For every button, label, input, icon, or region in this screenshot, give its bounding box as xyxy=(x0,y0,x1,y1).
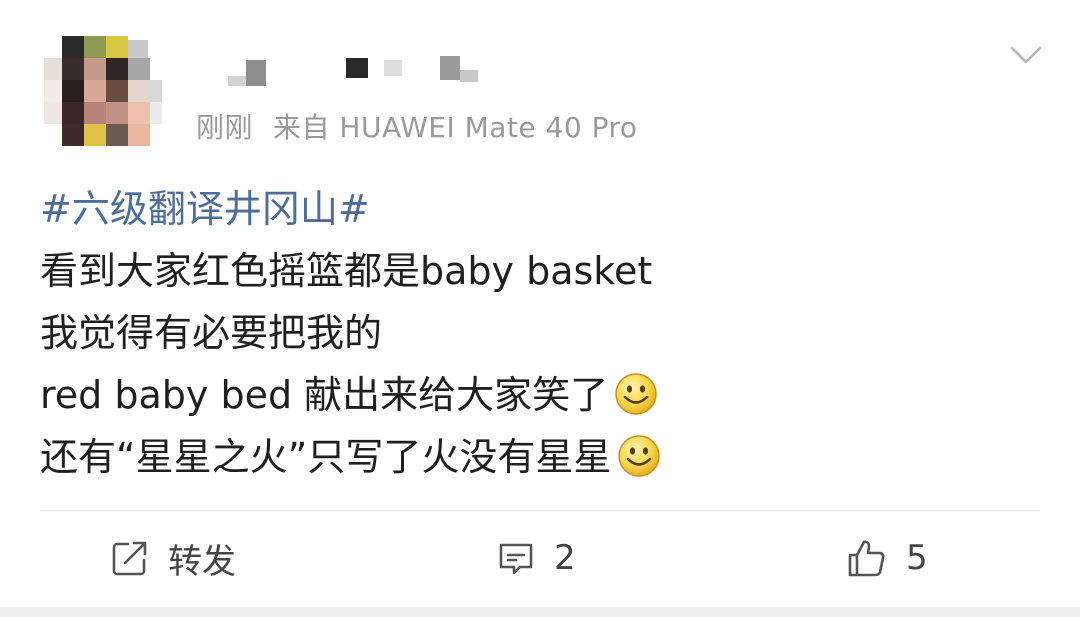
smile-emoji-icon xyxy=(618,435,661,477)
repost-icon xyxy=(112,541,147,576)
post-line-text: red baby bed 献出来给大家笑了 xyxy=(40,373,609,417)
chevron-down-icon[interactable] xyxy=(1008,40,1044,68)
weibo-post: 刚刚 来自 HUAWEI Mate 40 Pro #六级翻译井冈山# 看到大家红色… xyxy=(0,0,1080,607)
post-time: 刚刚 xyxy=(196,111,254,144)
avatar[interactable] xyxy=(44,36,162,146)
comment-count: 2 xyxy=(554,538,576,578)
post-source[interactable]: 来自 HUAWEI Mate 40 Pro xyxy=(273,111,637,144)
repost-button[interactable]: 转发 xyxy=(110,534,236,582)
smile-emoji-icon xyxy=(615,373,657,415)
like-count: 5 xyxy=(906,538,928,578)
post-line-text: 还有“星星之火”只写了火没有星星 xyxy=(40,435,612,479)
divider xyxy=(40,510,1040,511)
post-line: 我觉得有必要把我的 xyxy=(40,311,383,355)
like-button[interactable]: 5 xyxy=(846,534,928,582)
repost-label: 转发 xyxy=(168,541,236,582)
action-bar: 转发 2 5 xyxy=(0,520,1080,596)
comment-icon xyxy=(499,543,533,575)
post-content: #六级翻译井冈山# 看到大家红色摇篮都是baby basket 我觉得有必要把我… xyxy=(40,178,1040,488)
hashtag-link[interactable]: #六级翻译井冈山# xyxy=(40,178,1040,240)
feed-separator xyxy=(0,607,1080,617)
post-line: 还有“星星之火”只写了火没有星星 xyxy=(40,426,1040,488)
post-line: 看到大家红色摇篮都是baby basket xyxy=(40,249,653,293)
username-obscured[interactable] xyxy=(228,52,488,92)
thumbs-up-icon xyxy=(848,540,885,577)
post-meta: 刚刚 来自 HUAWEI Mate 40 Pro xyxy=(196,106,638,146)
post-line: red baby bed 献出来给大家笑了 xyxy=(40,364,1040,426)
comment-button[interactable]: 2 xyxy=(496,534,576,582)
